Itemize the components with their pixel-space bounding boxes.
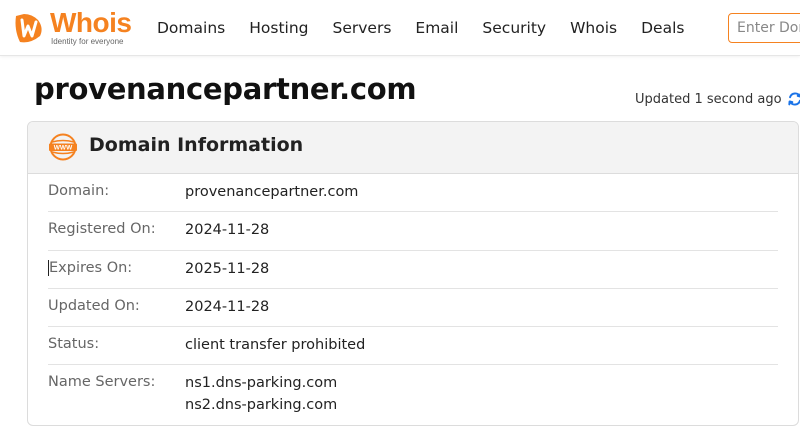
page-title: provenancepartner.com: [34, 72, 417, 106]
row-value: client transfer prohibited: [185, 337, 366, 354]
site-header: Whois Identity for everyone Domains Host…: [0, 0, 800, 56]
nav-email[interactable]: Email: [403, 0, 470, 56]
row-value: 2024-11-28: [185, 298, 270, 315]
row-value-list: ns1.dns-parking.com ns2.dns-parking.com: [185, 372, 337, 416]
refresh-icon[interactable]: [786, 90, 800, 108]
row-label: Domain:: [48, 183, 110, 199]
nav-whois[interactable]: Whois: [558, 0, 629, 56]
name-server-2: ns2.dns-parking.com: [185, 397, 338, 414]
card-title: Domain Information: [89, 134, 304, 156]
www-globe-icon: WWW: [49, 133, 77, 161]
card-header: WWW Domain Information: [28, 122, 798, 174]
updated-text: Updated 1 second ago: [635, 91, 782, 107]
logo-tagline: Identity for everyone: [51, 37, 124, 46]
nav-deals[interactable]: Deals: [629, 0, 696, 56]
row-label-text: Expires On:: [49, 259, 133, 276]
nav-servers[interactable]: Servers: [321, 0, 404, 56]
svg-text:WWW: WWW: [54, 145, 73, 152]
row-label: Status:: [48, 336, 100, 353]
row-label: Updated On:: [48, 297, 140, 314]
updated-status: Updated 1 second ago: [635, 90, 800, 108]
row-domain: Domain: provenancepartner.com: [48, 174, 778, 213]
row-label: Expires On:: [48, 259, 184, 276]
row-label: Name Servers:: [48, 374, 156, 391]
name-server-1: ns1.dns-parking.com: [185, 375, 338, 392]
whois-logo[interactable]: Whois Identity for everyone: [10, 8, 135, 48]
row-value: provenancepartner.com: [185, 184, 359, 200]
row-label: Registered On:: [48, 221, 156, 238]
nav-hosting[interactable]: Hosting: [237, 0, 320, 56]
row-value: 2025-11-28: [185, 260, 270, 277]
row-value: 2024-11-28: [185, 222, 270, 239]
whois-logo-icon: [15, 14, 42, 43]
row-updated-on: Updated On: 2024-11-28: [48, 289, 778, 328]
main-nav: Domains Hosting Servers Email Security W…: [145, 0, 696, 56]
row-expires-on: Expires On: 2025-11-28: [48, 251, 778, 289]
search-input[interactable]: [728, 13, 800, 43]
domain-info-card: WWW Domain Information Domain: provenanc…: [27, 121, 799, 426]
logo-wordmark: Whois: [50, 7, 132, 38]
nav-security[interactable]: Security: [470, 0, 558, 56]
domain-info-table: Domain: provenancepartner.com Registered…: [28, 174, 798, 425]
row-status: Status: client transfer prohibited: [48, 327, 778, 366]
row-registered-on: Registered On: 2024-11-28: [48, 212, 778, 251]
nav-domains[interactable]: Domains: [145, 0, 237, 56]
row-name-servers: Name Servers: ns1.dns-parking.com ns2.dn…: [48, 365, 778, 425]
